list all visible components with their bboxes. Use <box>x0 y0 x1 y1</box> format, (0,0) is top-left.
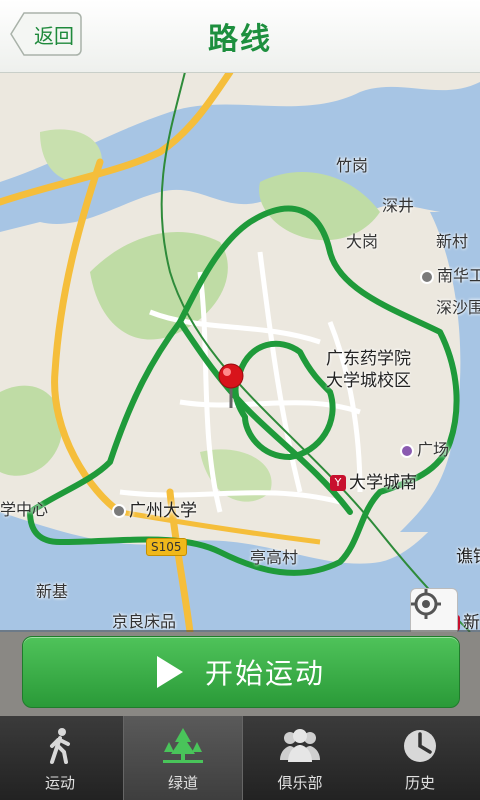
map-label-jingliang: 京良床品 <box>112 612 177 631</box>
locate-me-button[interactable] <box>410 588 458 632</box>
map-label-guangchang: 广场 <box>400 436 449 460</box>
trees-icon <box>163 728 203 763</box>
map-view[interactable]: 竹岗 深井 大岗 新村 南华工 深沙围 广东药学院 大学城校区 广场 Y 大学城南… <box>0 72 480 632</box>
map-label-yingjin: 谯锦 <box>456 547 480 567</box>
map-label-metro-station: Y 大学城南 <box>330 468 417 493</box>
group-people-icon <box>280 729 320 762</box>
road-shield-s105: S105 <box>146 538 187 556</box>
location-pin-icon[interactable] <box>216 362 246 412</box>
map-label-nanhua: 南华工 <box>420 262 480 286</box>
tab-exercise[interactable]: 运动 <box>0 716 120 800</box>
map-label-xuezhongxin: 学中心 <box>0 500 49 519</box>
poi-icon <box>112 504 126 518</box>
map-label-gzdaxue-text: 广州大学 <box>129 501 197 521</box>
map-label-gzdaxue: 广州大学 <box>112 496 197 521</box>
start-exercise-label: 开始运动 <box>204 657 325 690</box>
tab-greenway[interactable]: 绿道 <box>123 716 243 800</box>
tab-history[interactable]: 历史 <box>360 716 480 800</box>
map-label-guangchang-text: 广场 <box>417 440 450 459</box>
pin-shape <box>218 363 244 408</box>
start-exercise-button[interactable]: 开始运动 <box>22 636 460 708</box>
clock-history-icon <box>404 730 436 762</box>
walking-person-icon <box>50 728 70 764</box>
play-icon <box>156 656 183 688</box>
tab-label: 运动 <box>44 774 75 792</box>
tab-club[interactable]: 俱乐部 <box>240 716 360 800</box>
map-label-zhugang: 竹岗 <box>336 156 369 175</box>
page-title: 路线 <box>208 22 272 57</box>
map-label-daxuecheng: 大学城校区 <box>326 371 411 391</box>
map-label-shenshawei: 深沙围 <box>436 298 480 317</box>
map-label-xincun: 新村 <box>436 232 469 251</box>
map-label-tinghaocun: 亭高村 <box>250 548 299 567</box>
bottom-tab-bar: 运动 绿道 俱乐部 历史 <box>0 716 480 800</box>
header-bar: 返回 路线 <box>0 0 480 73</box>
poi-icon <box>400 443 414 458</box>
tab-label: 俱乐部 <box>277 774 323 792</box>
map-label-metro-text: 大学城南 <box>349 473 417 493</box>
map-label-dagang: 大岗 <box>346 232 379 251</box>
poi-icon <box>420 269 434 284</box>
map-label-nanhua-text: 南华工 <box>437 266 480 285</box>
crosshair-icon <box>411 589 441 619</box>
tab-label: 历史 <box>404 774 435 792</box>
map-label-shenjing: 深井 <box>382 196 415 215</box>
map-label-xinji: 新基 <box>36 582 69 601</box>
metro-icon: Y <box>330 475 346 491</box>
tab-label: 绿道 <box>167 774 198 792</box>
